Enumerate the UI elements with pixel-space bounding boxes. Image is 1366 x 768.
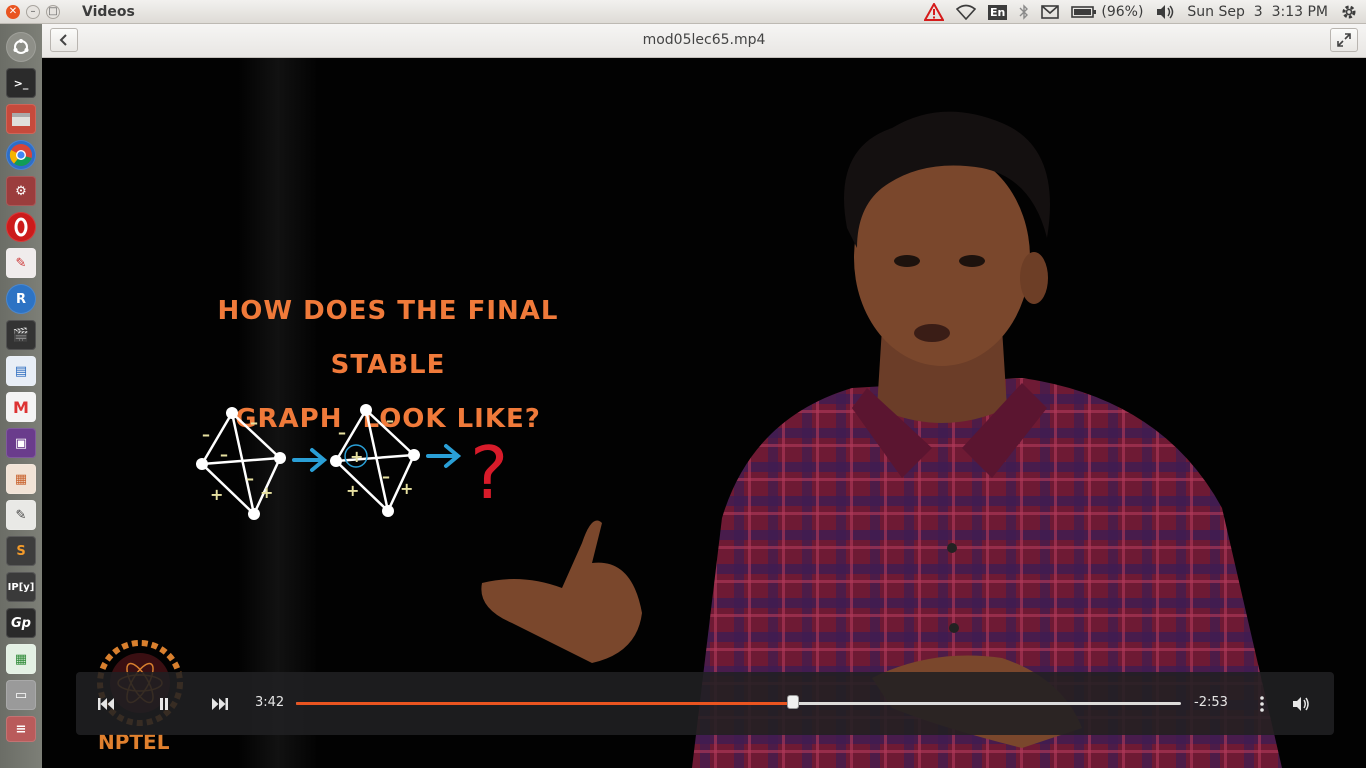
warning-icon[interactable] — [924, 3, 944, 21]
question-mark: ? — [470, 431, 508, 515]
svg-text:+: + — [210, 485, 223, 504]
media-icon[interactable]: ▣ — [6, 428, 36, 458]
writer-icon[interactable]: ▤ — [6, 356, 36, 386]
seek-bar[interactable] — [296, 695, 1181, 709]
wifi-icon[interactable] — [956, 4, 976, 20]
svg-text:+: + — [346, 481, 359, 500]
launcher: >_ ⚙ ✎ R 🎬 ▤ M ▣ ▦ ✎ S IP[y] Gp ▦ ▭ ≡ — [0, 24, 43, 768]
ipython-icon[interactable]: IP[y] — [6, 572, 36, 602]
svg-text:–: – — [338, 423, 346, 442]
presentation-icon[interactable]: ▦ — [6, 464, 36, 494]
battery-icon[interactable] — [1071, 5, 1097, 19]
app-title: Videos — [82, 3, 135, 20]
bluetooth-icon[interactable] — [1019, 4, 1029, 20]
spreadsheet-icon[interactable]: ▦ — [6, 644, 36, 674]
document-viewer-icon[interactable]: ✎ — [6, 248, 36, 278]
clock[interactable]: Sun Sep 3 3:13 PM — [1187, 4, 1328, 20]
window-minimize-button[interactable]: – — [26, 4, 40, 19]
seek-bar-handle[interactable] — [787, 695, 800, 709]
remaining-time: -2:53 — [1194, 695, 1228, 710]
terminal-icon[interactable]: >_ — [6, 68, 36, 98]
sublime-icon[interactable]: S — [6, 536, 36, 566]
header-bar: mod05lec65.mp4 — [42, 24, 1366, 58]
svg-text:–: – — [246, 469, 254, 488]
graph-sequence-diagram: ––– + +– ––+ + +– ? — [196, 404, 508, 520]
gmail-icon[interactable]: M — [6, 392, 36, 422]
svg-text:–: – — [202, 425, 210, 444]
seek-bar-progress — [296, 702, 794, 705]
kebab-menu-icon — [1260, 696, 1264, 712]
pause-button[interactable] — [154, 694, 174, 714]
volume-icon[interactable] — [1155, 4, 1175, 20]
skip-forward-icon — [212, 698, 228, 710]
settings-icon[interactable]: ⚙ — [6, 176, 36, 206]
mail-icon[interactable] — [1041, 5, 1060, 19]
opera-icon[interactable] — [6, 212, 36, 242]
video-frame[interactable]: HOW DOES THE FINAL STABLE GRAPH LOOK LIK… — [42, 58, 1366, 768]
pause-icon — [160, 698, 168, 710]
fullscreen-button[interactable] — [1330, 28, 1358, 52]
geogebra-icon[interactable]: Gp — [6, 608, 36, 638]
menu-button[interactable] — [1252, 694, 1272, 714]
svg-text:+: + — [400, 479, 413, 498]
svg-text:–: – — [250, 413, 258, 432]
presenter-hand — [481, 520, 642, 663]
text-editor-icon[interactable]: ✎ — [6, 500, 36, 530]
svg-text:–: – — [382, 467, 390, 486]
r-icon[interactable]: R — [6, 284, 36, 314]
indicator-area: En (96%) Sun Sep 3 3:13 PM — [924, 0, 1358, 24]
gear-icon[interactable] — [1340, 3, 1358, 21]
keyboard-layout-indicator[interactable]: En — [988, 4, 1008, 20]
window-maximize-button[interactable]: □ — [46, 4, 60, 19]
window-close-button[interactable]: ✕ — [6, 4, 20, 19]
file-title: mod05lec65.mp4 — [642, 32, 766, 48]
elapsed-time: 3:42 — [255, 695, 285, 710]
video-editor-icon[interactable]: 🎬 — [6, 320, 36, 350]
svg-text:–: – — [386, 411, 394, 430]
expand-icon — [1337, 33, 1351, 47]
chrome-icon[interactable] — [6, 140, 36, 170]
speaker-icon — [1293, 697, 1309, 711]
skip-back-icon — [98, 698, 114, 710]
board-line-1: HOW DOES THE FINAL STABLE — [217, 296, 559, 380]
top-panel: ✕ – □ Videos En (96%) Sun Sep 3 3:13 PM — [0, 0, 1366, 24]
volume-button[interactable] — [1290, 694, 1312, 714]
svg-text:–: – — [220, 445, 228, 464]
skip-forward-button[interactable] — [208, 694, 230, 714]
svg-text:+: + — [260, 483, 273, 502]
drive-icon[interactable]: ▭ — [6, 680, 36, 710]
files-icon[interactable] — [6, 104, 36, 134]
playback-controls: 3:42 -2:53 — [76, 672, 1334, 735]
dash-icon[interactable] — [6, 32, 36, 62]
battery-percentage: (96%) — [1101, 4, 1144, 20]
svg-text:+: + — [350, 447, 363, 466]
skip-back-button[interactable] — [96, 694, 118, 714]
tray-icon[interactable]: ≡ — [6, 716, 36, 742]
